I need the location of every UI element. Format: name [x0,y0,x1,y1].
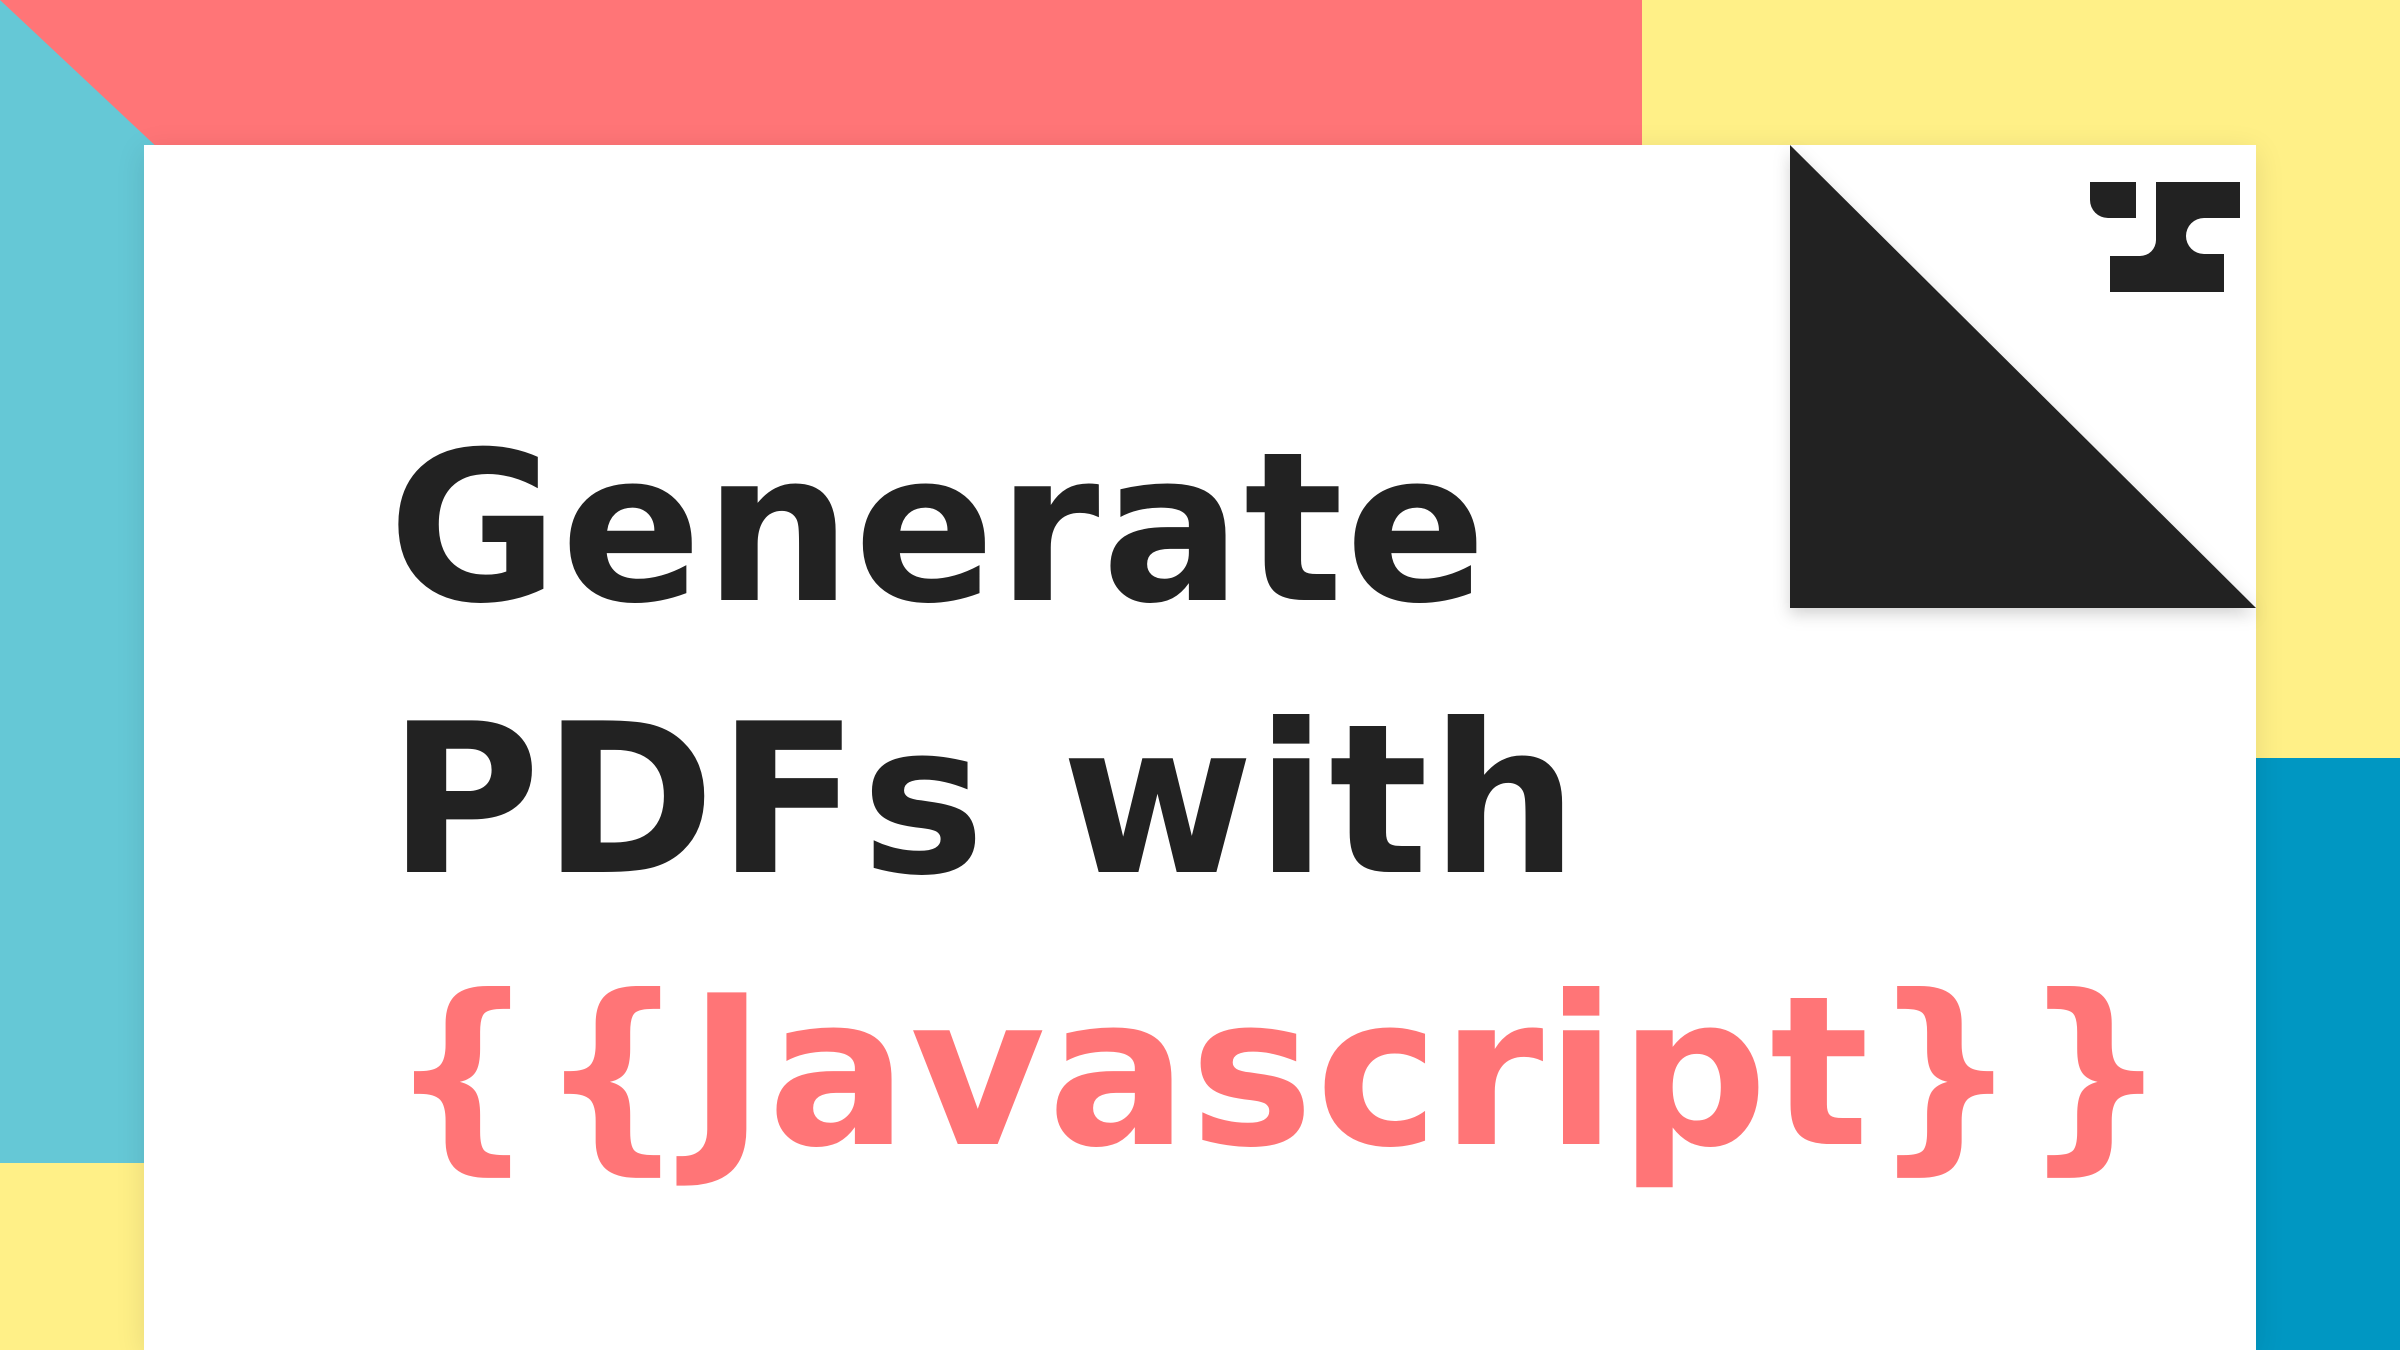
yellow-corner [0,1163,160,1350]
headline-line-2: PDFs with [388,680,1581,922]
brand-logo-icon [2090,182,2240,292]
sky-panel [0,0,160,1165]
coral-band [0,0,1642,150]
headline-line-3: {{Javascript}} [388,952,2172,1194]
banner-canvas: Generate PDFs with {{Javascript}} [0,0,2400,1350]
headline: Generate PDFs with {{Javascript}} [388,393,2171,1209]
headline-line-1: Generate [388,408,1489,650]
